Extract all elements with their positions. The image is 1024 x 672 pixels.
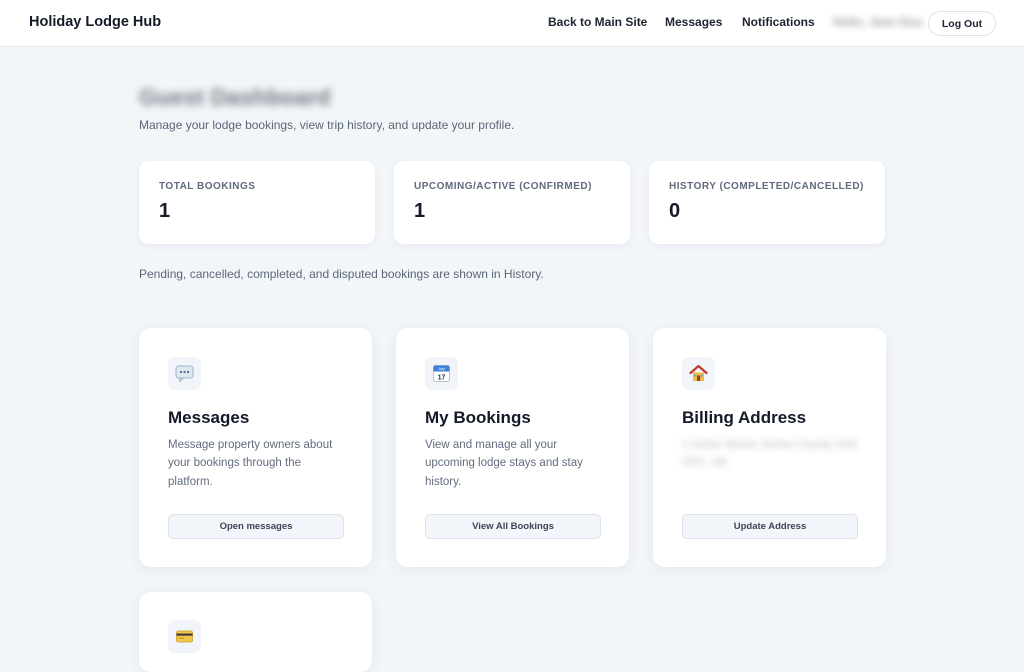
stat-card-history: HISTORY (COMPLETED/CANCELLED) 0	[649, 161, 885, 244]
card-title: Billing Address	[682, 408, 807, 427]
nav-back-to-main-site[interactable]: Back to Main Site	[548, 15, 647, 29]
stat-label: HISTORY (COMPLETED/CANCELLED)	[669, 181, 864, 192]
card-title: My Bookings	[425, 408, 531, 427]
open-messages-button[interactable]: Open messages	[168, 514, 344, 539]
nav-notifications[interactable]: Notifications	[742, 15, 815, 29]
payment-card-partial	[139, 592, 372, 672]
stat-value: 1	[414, 200, 426, 222]
stat-value: 1	[159, 200, 171, 222]
stat-card-total-bookings: TOTAL BOOKINGS 1	[139, 161, 375, 244]
nav-messages[interactable]: Messages	[665, 15, 722, 29]
update-address-button[interactable]: Update Address	[682, 514, 858, 539]
stat-value: 0	[669, 200, 681, 222]
user-name-blurred: Hello, Jane Doe	[833, 15, 923, 29]
stat-label: UPCOMING/ACTIVE (CONFIRMED)	[414, 181, 592, 192]
stats-note: Pending, cancelled, completed, and dispu…	[139, 267, 544, 281]
billing-address-blurred: 1 Some Street, Some County XXX XXX, UK	[682, 439, 858, 470]
card-description: View and manage all your upcoming lodge …	[425, 439, 583, 488]
house-icon	[682, 357, 715, 390]
page-title: Guest Dashboard	[139, 84, 331, 110]
view-all-bookings-button[interactable]: View All Bookings	[425, 514, 601, 539]
page-subtitle: Manage your lodge bookings, view trip hi…	[139, 118, 515, 132]
card-title: Messages	[168, 408, 250, 427]
calendar-month-text: July	[438, 367, 445, 371]
messages-card: Messages Message property owners about y…	[139, 328, 372, 567]
billing-address-card: Billing Address 1 Some Street, Some Coun…	[653, 328, 886, 567]
card-description: Message property owners about your booki…	[168, 439, 333, 488]
logout-button[interactable]: Log Out	[928, 11, 996, 36]
calendar-day-text: 17	[438, 375, 446, 382]
stat-card-upcoming-active: UPCOMING/ACTIVE (CONFIRMED) 1	[394, 161, 630, 244]
calendar-icon: July 17	[425, 357, 458, 390]
stat-label: TOTAL BOOKINGS	[159, 181, 256, 192]
top-navigation-bar: Holiday Lodge Hub Back to Main Site Mess…	[0, 0, 1024, 47]
credit-card-icon	[168, 620, 201, 653]
brand-logo-text[interactable]: Holiday Lodge Hub	[29, 14, 161, 30]
my-bookings-card: July 17 My Bookings View and manage all …	[396, 328, 629, 567]
speech-bubble-icon	[168, 357, 201, 390]
